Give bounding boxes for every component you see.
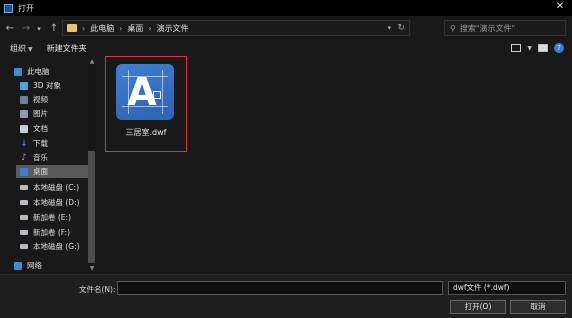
address-bar[interactable]: › 此电脑 › 桌面 › 演示文件 ▾ ↻ xyxy=(62,20,410,36)
chevron-down-icon: ▼ xyxy=(28,45,33,53)
video-icon xyxy=(20,95,28,104)
cancel-button[interactable]: 取消 xyxy=(510,300,566,314)
back-arrow-icon[interactable]: ← xyxy=(3,22,17,36)
sidebar-item-music[interactable]: ♪ 音乐 xyxy=(20,151,88,164)
music-icon: ♪ xyxy=(21,152,27,163)
3d-objects-icon xyxy=(20,81,28,90)
disk-icon xyxy=(20,244,28,249)
desktop-icon xyxy=(20,167,28,176)
search-input[interactable] xyxy=(459,23,555,33)
app-icon xyxy=(4,3,13,13)
disk-icon xyxy=(20,200,28,205)
organize-label: 组织 xyxy=(10,43,26,53)
documents-icon xyxy=(20,124,28,133)
scroll-up-arrow-icon[interactable]: ▲ xyxy=(88,58,96,65)
sidebar-item-label: 桌面 xyxy=(33,167,48,176)
view-controls: ▼ ? xyxy=(511,43,564,53)
help-icon[interactable]: ? xyxy=(554,43,564,53)
sidebar-item-label: 文档 xyxy=(33,124,48,133)
sidebar-item-label: 视频 xyxy=(33,95,48,104)
navigation-pane: 此电脑 3D 对象 视频 图片 文档 ↓ 下载 ♪ 音乐 桌面 本地磁盘 (C:… xyxy=(0,59,96,273)
sidebar-item-label: 新加卷 (E:) xyxy=(33,213,72,222)
sidebar-item-3d-objects[interactable]: 3D 对象 xyxy=(20,79,88,92)
pc-icon xyxy=(14,67,22,76)
filename-label: 文件名(N): xyxy=(79,285,116,294)
organize-button[interactable]: 组织 ▼ xyxy=(10,43,33,54)
disk-icon xyxy=(20,215,28,220)
sidebar-item-label: 此电脑 xyxy=(27,67,50,76)
view-mode-icon[interactable] xyxy=(511,44,522,52)
search-icon: ⚲ xyxy=(450,23,456,33)
network-icon xyxy=(14,261,22,270)
sidebar-scroll-thumb[interactable] xyxy=(88,151,95,263)
sidebar-item-this-pc[interactable]: 此电脑 xyxy=(14,65,88,78)
sidebar-item-videos[interactable]: 视频 xyxy=(20,93,88,106)
filetype-select[interactable]: dwf文件 (*.dwf) xyxy=(448,281,566,295)
breadcrumb-demo-files[interactable]: 演示文件 xyxy=(157,23,189,34)
sidebar-item-label: 新加卷 (F:) xyxy=(33,228,70,237)
sidebar-item-disk-c[interactable]: 本地磁盘 (C:) xyxy=(20,181,88,194)
command-toolbar: 组织 ▼ 新建文件夹 ▼ ? xyxy=(0,40,572,56)
scroll-down-arrow-icon[interactable]: ▼ xyxy=(88,265,96,272)
search-box[interactable]: ⚲ xyxy=(444,20,566,36)
forward-arrow-icon[interactable]: → xyxy=(19,22,33,36)
title-bar: 打开 ✕ xyxy=(0,0,572,16)
breadcrumb-this-pc[interactable]: 此电脑 xyxy=(90,23,114,34)
sidebar-item-label: 图片 xyxy=(33,109,48,118)
sidebar-item-label: 3D 对象 xyxy=(33,81,61,90)
grid-line xyxy=(162,70,163,114)
close-button[interactable]: ✕ xyxy=(554,1,566,13)
new-folder-button[interactable]: 新建文件夹 xyxy=(47,43,87,54)
download-icon: ↓ xyxy=(20,138,28,149)
sidebar-item-documents[interactable]: 文档 xyxy=(20,122,88,135)
preview-pane-icon[interactable] xyxy=(538,44,548,52)
breadcrumb-separator: › xyxy=(148,23,152,33)
sidebar-item-label: 音乐 xyxy=(33,153,48,162)
open-button[interactable]: 打开(O) xyxy=(450,300,506,314)
sidebar-item-label: 本地磁盘 (C:) xyxy=(33,183,79,192)
breadcrumb-separator: › xyxy=(119,23,123,33)
breadcrumb-separator: › xyxy=(82,23,86,33)
folder-icon xyxy=(67,24,77,32)
sidebar-item-downloads[interactable]: ↓ 下载 xyxy=(20,137,88,150)
navigation-row: ← → ▾ ↑ › 此电脑 › 桌面 › 演示文件 ▾ ↻ ⚲ xyxy=(0,19,572,39)
address-chevron-down-icon[interactable]: ▾ xyxy=(387,24,391,32)
recent-locations-chevron-icon[interactable]: ▾ xyxy=(34,22,44,36)
refresh-icon[interactable]: ↻ xyxy=(397,23,405,33)
sidebar-item-pictures[interactable]: 图片 xyxy=(20,107,88,120)
file-name: 三居室.dwf xyxy=(125,128,167,137)
sidebar-item-disk-g[interactable]: 本地磁盘 (G:) xyxy=(20,240,88,253)
sidebar-item-volume-f[interactable]: 新加卷 (F:) xyxy=(20,226,88,239)
disk-icon xyxy=(20,185,28,190)
sidebar-item-label: 下载 xyxy=(33,139,48,148)
file-list-view[interactable]: A 三居室.dwf xyxy=(97,56,572,273)
window-title: 打开 xyxy=(18,3,34,13)
dwf-file-icon: A xyxy=(116,64,174,120)
sidebar-item-disk-d[interactable]: 本地磁盘 (D:) xyxy=(20,196,88,209)
file-dialog-footer: 文件名(N): dwf文件 (*.dwf) 打开(O) 取消 xyxy=(0,274,572,318)
pictures-icon xyxy=(20,109,28,118)
file-icon-corner-square xyxy=(153,91,161,99)
sidebar-item-label: 网络 xyxy=(27,261,42,270)
disk-icon xyxy=(20,230,28,235)
sidebar-item-network[interactable]: 网络 xyxy=(14,259,88,272)
sidebar-item-label: 本地磁盘 (D:) xyxy=(33,198,80,207)
sidebar-item-label: 本地磁盘 (G:) xyxy=(33,242,80,251)
breadcrumb-desktop[interactable]: 桌面 xyxy=(127,23,143,34)
filename-input[interactable] xyxy=(117,281,443,295)
up-arrow-icon[interactable]: ↑ xyxy=(47,22,61,36)
view-chevron-down-icon[interactable]: ▼ xyxy=(527,45,532,52)
sidebar-item-desktop[interactable]: 桌面 xyxy=(16,165,88,178)
sidebar-item-volume-e[interactable]: 新加卷 (E:) xyxy=(20,211,88,224)
file-item[interactable]: A 三居室.dwf xyxy=(105,56,187,152)
